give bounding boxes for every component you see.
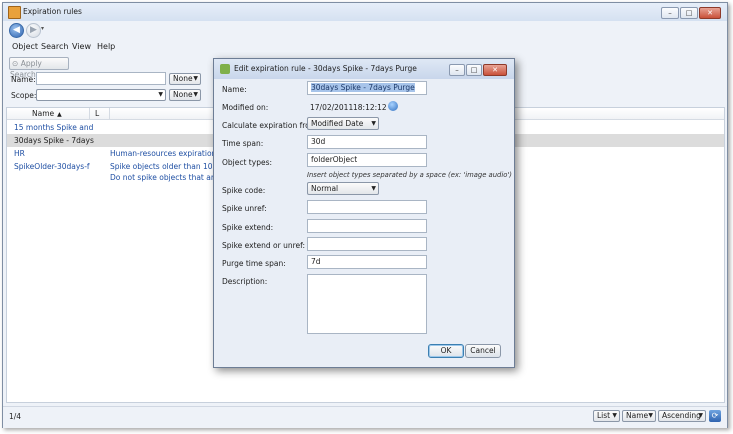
apply-search-button[interactable]: ⊙ Apply Search	[9, 57, 69, 79]
modified-time: 18:12:12	[353, 103, 387, 112]
view-mode-value: List	[597, 411, 611, 420]
column-header-name[interactable]: Name ▲	[7, 108, 90, 119]
name-filter-input[interactable]	[36, 72, 166, 85]
spikeunref-field[interactable]	[307, 200, 427, 214]
chevron-down-icon: ▼	[371, 185, 376, 192]
rule-name: HR	[14, 149, 25, 158]
globe-icon[interactable]	[388, 101, 398, 111]
spikeunref-label: Spike unref:	[222, 204, 267, 213]
timespan-field[interactable]: 30d	[307, 135, 427, 149]
cancel-button[interactable]: Cancel	[465, 344, 501, 358]
sort-order-value: Ascending	[662, 411, 701, 420]
menu-object[interactable]: Object	[12, 42, 38, 51]
app-icon	[8, 6, 21, 19]
scope-filter-mode-value: None	[173, 90, 193, 99]
sort-field-value: Name	[626, 411, 649, 420]
sort-field-select[interactable]: Name ▼	[622, 410, 656, 422]
scope-filter-mode[interactable]: None ▼	[169, 89, 201, 101]
objtypes-field[interactable]: folderObject	[307, 153, 427, 167]
spikecode-select[interactable]: Normal ▼	[307, 182, 379, 195]
spikecode-label: Spike code:	[222, 186, 266, 195]
maximize-button[interactable]: □	[680, 7, 698, 19]
name-filter-label: Name:	[11, 75, 36, 84]
spikecode-value: Normal	[311, 184, 339, 193]
calc-label: Calculate expiration from:	[222, 121, 320, 130]
menu-help[interactable]: Help	[97, 42, 115, 51]
rule-icon	[220, 64, 230, 74]
purge-value: 7d	[311, 257, 321, 266]
nav-dropdown-icon[interactable]: ▾	[41, 25, 44, 32]
chevron-down-icon: ▼	[193, 75, 198, 82]
scope-filter-select[interactable]: ▼	[36, 89, 166, 101]
timespan-label: Time span:	[222, 139, 264, 148]
close-button[interactable]: ✕	[699, 7, 721, 19]
menu-view[interactable]: View	[72, 42, 91, 51]
chevron-down-icon: ▼	[698, 412, 703, 419]
dialog-maximize-button[interactable]: □	[466, 64, 482, 76]
description-label: Description:	[222, 277, 268, 286]
dialog-title-bar: Edit expiration rule - 30days Spike - 7d…	[214, 59, 514, 79]
modified-label: Modified on:	[222, 103, 269, 112]
name-filter-mode[interactable]: None ▼	[169, 73, 201, 85]
column-name-label: Name	[32, 109, 55, 118]
rule-name: 15 months Spike and	[14, 123, 94, 132]
purge-label: Purge time span:	[222, 259, 286, 268]
refresh-icon[interactable]: ⟳	[709, 410, 721, 422]
back-button[interactable]: ◀	[9, 23, 24, 38]
minimize-button[interactable]: –	[661, 7, 679, 19]
dialog-title: Edit expiration rule - 30days Spike - 7d…	[234, 64, 417, 73]
ok-button[interactable]: OK	[428, 344, 464, 358]
column-l-label: L	[95, 109, 100, 118]
item-count: 1/4	[9, 412, 22, 421]
dialog-close-button[interactable]: ✕	[483, 64, 507, 76]
description-field[interactable]	[307, 274, 427, 334]
view-mode-select[interactable]: List ▼	[593, 410, 620, 422]
window-title: Expiration rules	[23, 7, 82, 16]
chevron-down-icon: ▼	[371, 120, 376, 127]
chevron-down-icon: ▼	[193, 91, 198, 98]
objtypes-value: folderObject	[311, 155, 358, 164]
spikeextend-label: Spike extend:	[222, 223, 274, 232]
menu-search[interactable]: Search	[41, 42, 68, 51]
name-label: Name:	[222, 85, 247, 94]
chevron-down-icon: ▼	[158, 91, 163, 98]
name-field-value: 30days Spike - 7days Purge	[311, 83, 415, 92]
objtypes-label: Object types:	[222, 158, 272, 167]
calc-from-select[interactable]: Modified Date ▼	[307, 117, 379, 130]
name-field[interactable]: 30days Spike - 7days Purge	[307, 81, 427, 95]
search-icon: ⊙	[12, 59, 19, 68]
title-bar: Expiration rules – □ ✕	[3, 3, 727, 21]
spikeextendunref-label: Spike extend or unref:	[222, 241, 306, 250]
calc-from-value: Modified Date	[311, 119, 364, 128]
rule-name: 30days Spike - 7days	[14, 136, 94, 145]
status-bar: 1/4 List ▼ Name ▼ Ascending ▼ ⟳	[3, 406, 727, 428]
spikeextend-field[interactable]	[307, 219, 427, 233]
edit-rule-dialog: Edit expiration rule - 30days Spike - 7d…	[213, 58, 515, 368]
chevron-down-icon: ▼	[612, 412, 617, 419]
column-header-l[interactable]: L	[89, 108, 110, 119]
purge-field[interactable]: 7d	[307, 255, 427, 269]
scope-filter-label: Scope:	[11, 91, 37, 100]
chevron-down-icon: ▼	[648, 412, 653, 419]
timespan-value: 30d	[311, 137, 326, 146]
objtypes-hint: Insert object types separated by a space…	[307, 171, 512, 179]
forward-button[interactable]: ▶	[26, 23, 41, 38]
dialog-minimize-button[interactable]: –	[449, 64, 465, 76]
sort-up-icon: ▲	[57, 111, 62, 118]
sort-order-select[interactable]: Ascending ▼	[658, 410, 706, 422]
spikeextendunref-field[interactable]	[307, 237, 427, 251]
modified-date: 17/02/2011	[310, 103, 354, 112]
name-filter-mode-value: None	[173, 74, 193, 83]
